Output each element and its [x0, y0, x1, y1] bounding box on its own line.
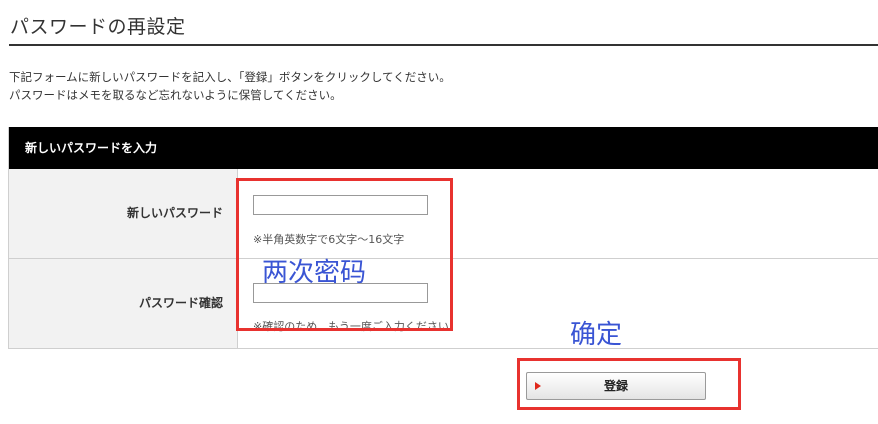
page-title: パスワードの再設定	[10, 16, 186, 38]
instruction-line-2: パスワードはメモを取るなど忘れないように保管してください。	[9, 88, 342, 102]
title-divider	[9, 44, 878, 46]
confirm-password-label: パスワード確認	[9, 259, 238, 348]
form-header: 新しいパスワードを入力	[9, 127, 878, 169]
annotation-text-button: 确定	[570, 320, 623, 350]
instruction-line-1: 下記フォームに新しいパスワードを記入し、「登録」ボタンをクリックしてください。	[9, 70, 451, 84]
annotation-text-fields: 两次密码	[262, 258, 367, 288]
new-password-label: 新しいパスワード	[9, 169, 238, 258]
instructions: 下記フォームに新しいパスワードを記入し、「登録」ボタンをクリックしてください。 …	[9, 68, 451, 104]
annotation-box-button	[517, 358, 741, 410]
